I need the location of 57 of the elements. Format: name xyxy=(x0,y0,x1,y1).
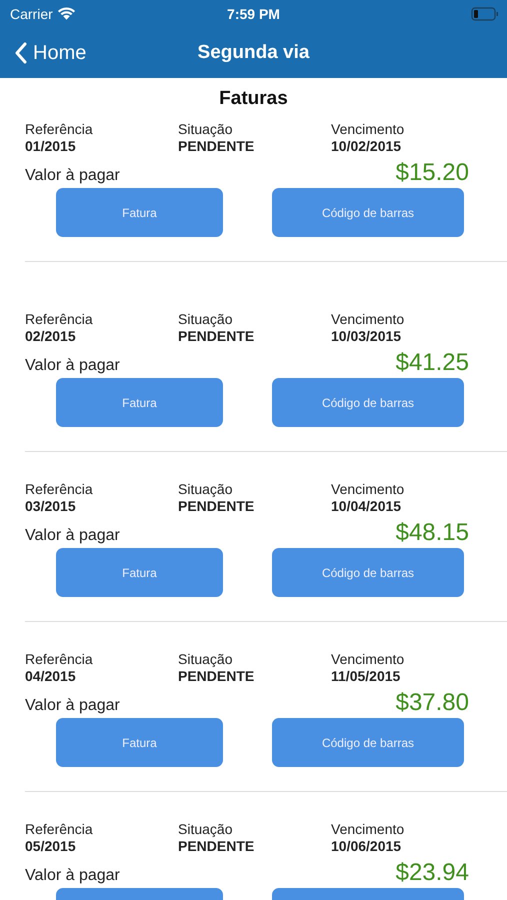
action-button[interactable]: Código de barras xyxy=(272,378,464,427)
field-label: Vencimento xyxy=(331,821,404,838)
status-value: PENDENTE xyxy=(178,498,256,515)
field-label: Vencimento xyxy=(331,651,404,668)
amount-label: Valor à pagar xyxy=(25,696,120,716)
field-label: Vencimento xyxy=(331,311,404,328)
amount-label: Valor à pagar xyxy=(25,166,120,186)
field-value: 10/06/2015 xyxy=(331,838,402,855)
battery-icon xyxy=(471,7,499,21)
field-label: Situação xyxy=(178,821,234,838)
field-value: 10/04/2015 xyxy=(331,498,402,515)
amount-value: $23.94 xyxy=(396,860,469,886)
status-value: PENDENTE xyxy=(178,838,256,855)
field-label: Vencimento xyxy=(331,121,404,138)
screen-title: Segunda via xyxy=(198,42,310,64)
field-value: 04/2015 xyxy=(25,668,77,685)
amount-value: $37.80 xyxy=(396,690,469,716)
status-value: PENDENTE xyxy=(178,668,256,685)
field-value: 11/05/2015 xyxy=(331,668,402,685)
field-value: 02/2015 xyxy=(25,328,77,345)
field-value: 10/02/2015 xyxy=(331,138,402,155)
amount-value: $48.15 xyxy=(396,520,469,546)
back-label[interactable]: Home xyxy=(33,42,86,64)
field-label: Situação xyxy=(178,121,234,138)
status-value: PENDENTE xyxy=(178,138,256,155)
status-value: PENDENTE xyxy=(178,328,256,345)
field-value: 01/2015 xyxy=(25,138,77,155)
field-label: Referência xyxy=(25,481,94,498)
field-label: Situação xyxy=(178,651,234,668)
amount-label: Valor à pagar xyxy=(25,866,120,886)
action-button[interactable]: Código de barras xyxy=(272,548,464,597)
action-button[interactable]: Fatura xyxy=(56,188,223,237)
field-label: Referência xyxy=(25,651,94,668)
action-button[interactable]: Fatura xyxy=(56,378,223,427)
wifi-icon xyxy=(56,7,76,21)
clock-time: 7:59 PM xyxy=(227,6,280,22)
field-value: 05/2015 xyxy=(25,838,77,855)
chevron-left-icon xyxy=(15,42,27,64)
action-button[interactable]: Fatura xyxy=(56,718,223,767)
action-button[interactable]: Código de barras xyxy=(272,188,464,237)
field-label: Referência xyxy=(25,311,94,328)
field-label: Situação xyxy=(178,481,234,498)
action-button[interactable]: Fatura xyxy=(56,548,223,597)
field-label: Vencimento xyxy=(331,481,404,498)
field-label: Referência xyxy=(25,121,94,138)
field-value: 10/03/2015 xyxy=(331,328,402,345)
carrier-name: Carrier xyxy=(10,6,53,22)
field-label: Referência xyxy=(25,821,94,838)
amount-value: $41.25 xyxy=(396,350,469,376)
action-button[interactable]: Código de barras xyxy=(272,718,464,767)
amount-label: Valor à pagar xyxy=(25,356,120,376)
field-label: Situação xyxy=(178,311,234,328)
amount-label: Valor à pagar xyxy=(25,526,120,546)
back-button[interactable]: Home xyxy=(15,42,86,64)
field-value: 03/2015 xyxy=(25,498,77,515)
amount-value: $15.20 xyxy=(396,160,469,186)
section-title: Faturas xyxy=(218,88,289,111)
